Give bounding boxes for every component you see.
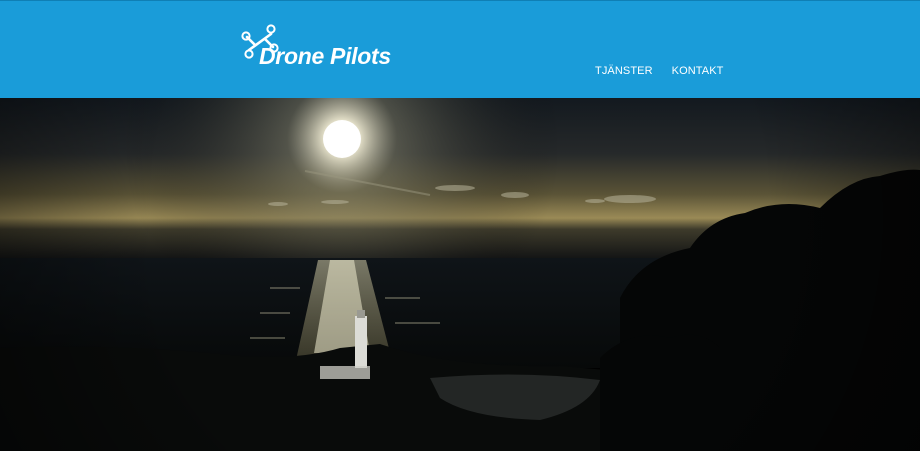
nav-item-tjanster[interactable]: TJÄNSTER [595, 65, 653, 77]
hero-image [0, 98, 920, 451]
brand-name: Drone Pilots [259, 43, 391, 69]
site-header: Drone Pilots TJÄNSTER KONTAKT [0, 0, 920, 98]
main-nav: TJÄNSTER KONTAKT [595, 65, 723, 77]
nav-item-kontakt[interactable]: KONTAKT [672, 65, 724, 77]
